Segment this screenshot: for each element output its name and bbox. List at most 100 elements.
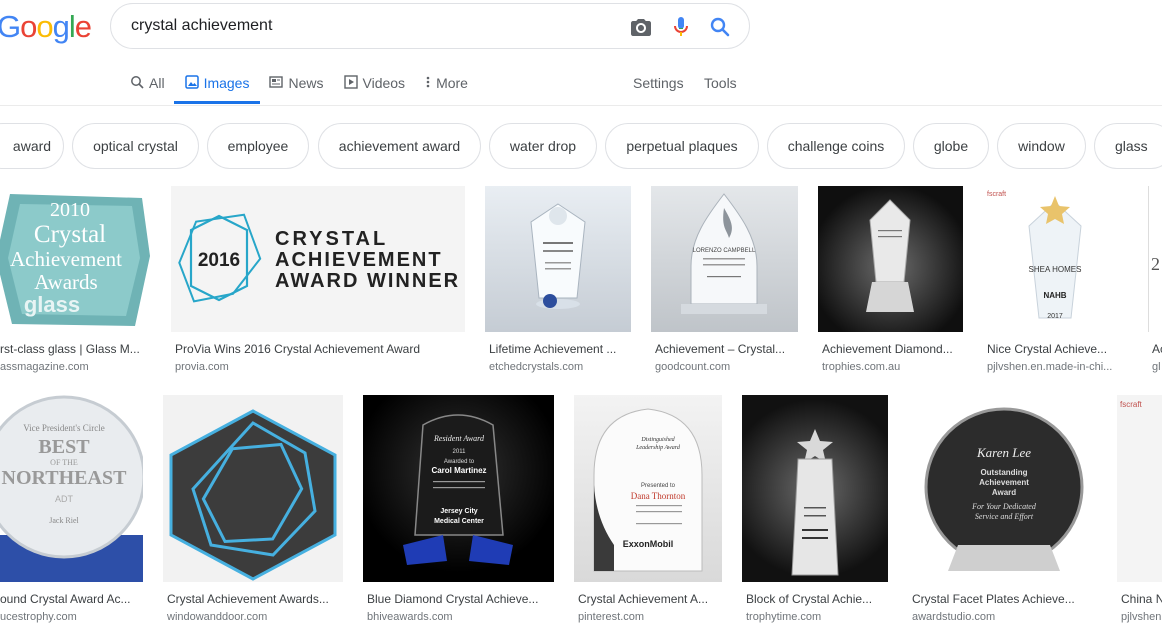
result-title[interactable]: Achievement – Crystal... (655, 342, 798, 356)
chip-challenge-coins[interactable]: challenge coins (767, 123, 905, 169)
camera-icon[interactable] (629, 15, 653, 39)
chip-employee[interactable]: employee (207, 123, 309, 169)
settings-link[interactable]: Settings (633, 72, 684, 94)
result-image[interactable] (485, 186, 631, 332)
chip-label: glass (1115, 138, 1148, 154)
result-site[interactable]: windowanddoor.com (167, 611, 343, 623)
result-title[interactable]: rst-class glass | Glass M... (0, 342, 151, 356)
svg-text:fscraft: fscraft (1120, 400, 1143, 409)
search-icon[interactable] (708, 15, 732, 39)
result-image[interactable]: Resident Award 2011 Awarded to Carol Mar… (363, 395, 554, 582)
logo-letter-o1: o (20, 9, 37, 44)
result-title[interactable]: China N (1121, 592, 1162, 606)
search-input[interactable]: crystal achievement (131, 17, 272, 35)
tab-more[interactable]: More (425, 72, 468, 94)
star-block-thumbnail (791, 429, 839, 576)
thumb-text: AWARD WINNER (275, 270, 460, 292)
chip-label: water drop (509, 138, 577, 154)
tab-videos[interactable]: Videos (343, 72, 406, 94)
tab-label: Images (203, 75, 250, 91)
header-divider (0, 105, 1162, 106)
result-image[interactable]: 2 (1148, 186, 1162, 332)
svg-text:fscraft: fscraft (987, 191, 1006, 198)
result-title[interactable]: Nice Crystal Achieve... (987, 342, 1128, 356)
tab-label: More (436, 75, 468, 91)
chip-water-drop[interactable]: water drop (489, 123, 597, 169)
result-site[interactable]: awardstudio.com (912, 611, 1097, 623)
thumb-text: For Your Dedicated (971, 502, 1037, 511)
result-image[interactable]: LORENZO CAMPBELL (651, 186, 798, 332)
tab-label: News (288, 75, 324, 91)
result-image[interactable] (742, 395, 888, 582)
result-site[interactable]: provia.com (175, 361, 465, 373)
chip-perpetual-plaques[interactable]: perpetual plaques (605, 123, 759, 169)
tab-news[interactable]: News (269, 72, 324, 94)
thumb-text: NAHB (1043, 291, 1066, 300)
result-site[interactable]: goodcount.com (655, 361, 798, 373)
result-site[interactable]: bhiveawards.com (367, 611, 554, 623)
result-title[interactable]: ProVia Wins 2016 Crystal Achievement Awa… (175, 342, 465, 356)
chip-window[interactable]: window (997, 123, 1086, 169)
svg-text:2: 2 (1151, 254, 1160, 274)
thumb-text: Medical Center (434, 518, 484, 525)
thumb-text: Award (992, 488, 1016, 497)
result-title[interactable]: Crystal Achievement Awards... (167, 592, 343, 606)
star-trophy-thumbnail: fscraft SHEA HOMES NAHB 2017 (987, 191, 1082, 320)
result-site[interactable]: trophies.com.au (822, 361, 963, 373)
tools-link[interactable]: Tools (704, 72, 737, 94)
thumb-text: Jack Riel (49, 516, 79, 525)
result-title[interactable]: Ac (1152, 342, 1162, 356)
result-title[interactable]: Crystal Facet Plates Achieve... (912, 592, 1097, 606)
chip-label: optical crystal (93, 138, 178, 154)
result-image[interactable]: fscraft (1117, 395, 1162, 582)
thumb-text: Service and Effort (975, 512, 1034, 521)
chip-optical-crystal[interactable]: optical crystal (72, 123, 199, 169)
result-image[interactable]: Vice President's Circle BEST OF THE NORT… (0, 395, 143, 582)
result-site[interactable]: trophytime.com (746, 611, 888, 623)
result-image[interactable] (163, 395, 343, 582)
result-site[interactable]: pinterest.com (578, 611, 722, 623)
result-site[interactable]: pjlvshen.en.made-in-chi... (987, 361, 1128, 373)
partial-thumbnail: fscraft (1120, 400, 1143, 409)
search-box[interactable]: crystal achievement (110, 3, 750, 49)
tab-images[interactable]: Images (173, 72, 261, 104)
more-vert-icon (425, 75, 431, 92)
result-title[interactable]: Achievement Diamond... (822, 342, 963, 356)
result-title[interactable]: Blue Diamond Crystal Achieve... (367, 592, 554, 606)
chip-globe[interactable]: globe (913, 123, 989, 169)
result-image[interactable]: 2016 CRYSTAL ACHIEVEMENT AWARD WINNER (171, 186, 465, 332)
result-site[interactable]: etchedcrystals.com (489, 361, 631, 373)
thumb-text: NORTHEAST (2, 467, 128, 489)
chip-label: perpetual plaques (626, 138, 738, 154)
result-site[interactable]: assmagazine.com (0, 361, 151, 373)
result-site[interactable]: pjlvshen (1121, 611, 1162, 623)
chip-label: employee (227, 138, 289, 154)
result-title[interactable]: Lifetime Achievement ... (489, 342, 631, 356)
search-tabs: All Images News Videos More (130, 72, 488, 105)
tab-label: All (149, 75, 165, 91)
thumb-text: Resident Award (433, 434, 485, 443)
result-image[interactable]: fscraft SHEA HOMES NAHB 2017 (983, 186, 1128, 332)
chip-award[interactable]: award (0, 123, 64, 169)
chip-achievement-award[interactable]: achievement award (318, 123, 481, 169)
diamond-trophy-thumbnail (866, 199, 914, 312)
logo-letter-g2: g (52, 9, 70, 44)
result-title[interactable]: Block of Crystal Achie... (746, 592, 888, 606)
result-image[interactable]: Karen Lee Outstanding Achievement Award … (908, 395, 1097, 582)
result-title[interactable]: ound Crystal Award Ac... (0, 592, 143, 606)
result-image[interactable] (818, 186, 963, 332)
result-site[interactable]: ucestrophy.com (0, 611, 143, 623)
tab-label: Videos (362, 75, 406, 91)
result-title[interactable]: Crystal Achievement A... (578, 592, 722, 606)
result-image[interactable]: 2010 Crystal Achievement Awards glass (0, 186, 151, 332)
thumb-text: Distinguished (640, 437, 675, 443)
result-site[interactable]: gl (1152, 361, 1162, 373)
tab-all[interactable]: All (130, 72, 165, 94)
chip-glass[interactable]: glass (1094, 123, 1162, 169)
thumb-text: Dana Thornton (631, 491, 686, 501)
mic-icon[interactable] (669, 15, 693, 39)
thumb-text: glass (24, 292, 80, 317)
google-logo[interactable]: Google (0, 9, 92, 45)
result-image[interactable]: Distinguished Leadership Award Presented… (574, 395, 722, 582)
thumb-text: 2017 (1047, 313, 1063, 320)
